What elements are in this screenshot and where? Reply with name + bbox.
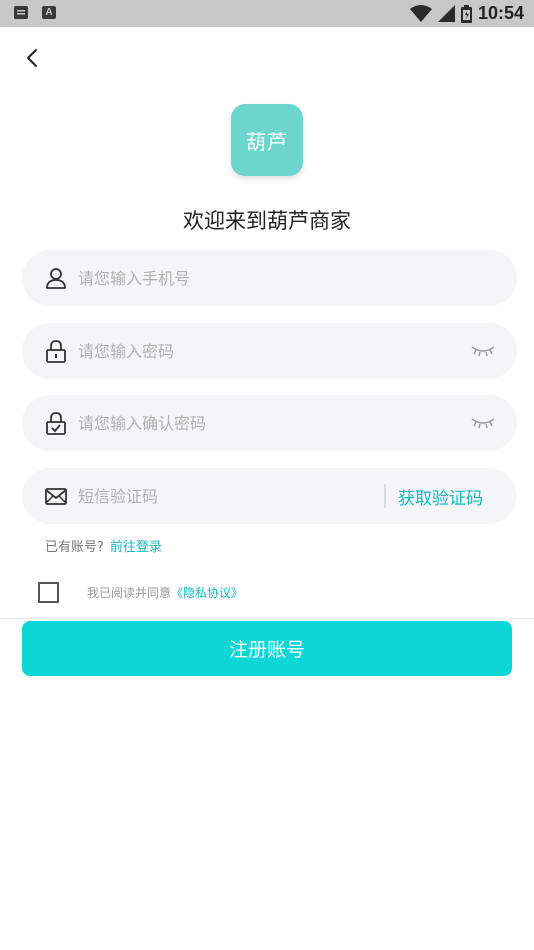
- sms-code-input[interactable]: [78, 468, 384, 524]
- password-input[interactable]: [78, 323, 471, 379]
- mail-icon: [45, 488, 67, 505]
- password-field[interactable]: [22, 323, 517, 379]
- get-code-button[interactable]: 获取验证码: [398, 484, 483, 509]
- app-logo: 葫芦: [231, 104, 303, 176]
- agreement-text: 我已阅读并同意《隐私协议》: [87, 584, 243, 601]
- agreement-row: 我已阅读并同意《隐私协议》: [38, 582, 243, 603]
- confirm-password-input[interactable]: [78, 395, 471, 451]
- sms-code-field[interactable]: 获取验证码: [22, 468, 517, 524]
- login-prompt: 已有账号? 前往登录: [45, 536, 162, 555]
- eye-closed-icon[interactable]: [471, 345, 495, 357]
- logo-text: 葫芦: [246, 129, 288, 154]
- lock-icon: [46, 340, 66, 363]
- back-button[interactable]: [20, 45, 46, 71]
- register-button[interactable]: 注册账号: [22, 621, 512, 676]
- chevron-left-icon: [27, 49, 37, 67]
- phone-field[interactable]: [22, 250, 517, 306]
- privacy-policy-link[interactable]: 《隐私协议》: [171, 586, 243, 600]
- welcome-title: 欢迎来到葫芦商家: [183, 209, 351, 233]
- message-icon: [14, 6, 28, 19]
- agreement-label: 我已阅读并同意: [87, 586, 172, 600]
- confirm-password-field[interactable]: [22, 395, 517, 451]
- status-bar: A 10:54: [0, 0, 534, 27]
- battery-icon: [460, 4, 472, 23]
- go-login-link[interactable]: 前往登录: [110, 540, 162, 555]
- user-icon: [46, 268, 66, 289]
- login-prompt-text: 已有账号?: [45, 540, 104, 555]
- lock-check-icon: [46, 412, 66, 435]
- phone-input[interactable]: [78, 250, 517, 306]
- field-divider: [384, 484, 386, 508]
- agreement-checkbox[interactable]: [38, 582, 59, 603]
- wifi-icon: [409, 5, 432, 22]
- status-bar-left: A: [14, 6, 56, 19]
- signal-icon: [437, 5, 455, 22]
- eye-closed-icon[interactable]: [471, 417, 495, 429]
- status-bar-right: 10:54: [409, 2, 524, 25]
- divider: [0, 618, 534, 619]
- a-icon: A: [42, 6, 56, 19]
- status-time: 10:54: [477, 3, 524, 23]
